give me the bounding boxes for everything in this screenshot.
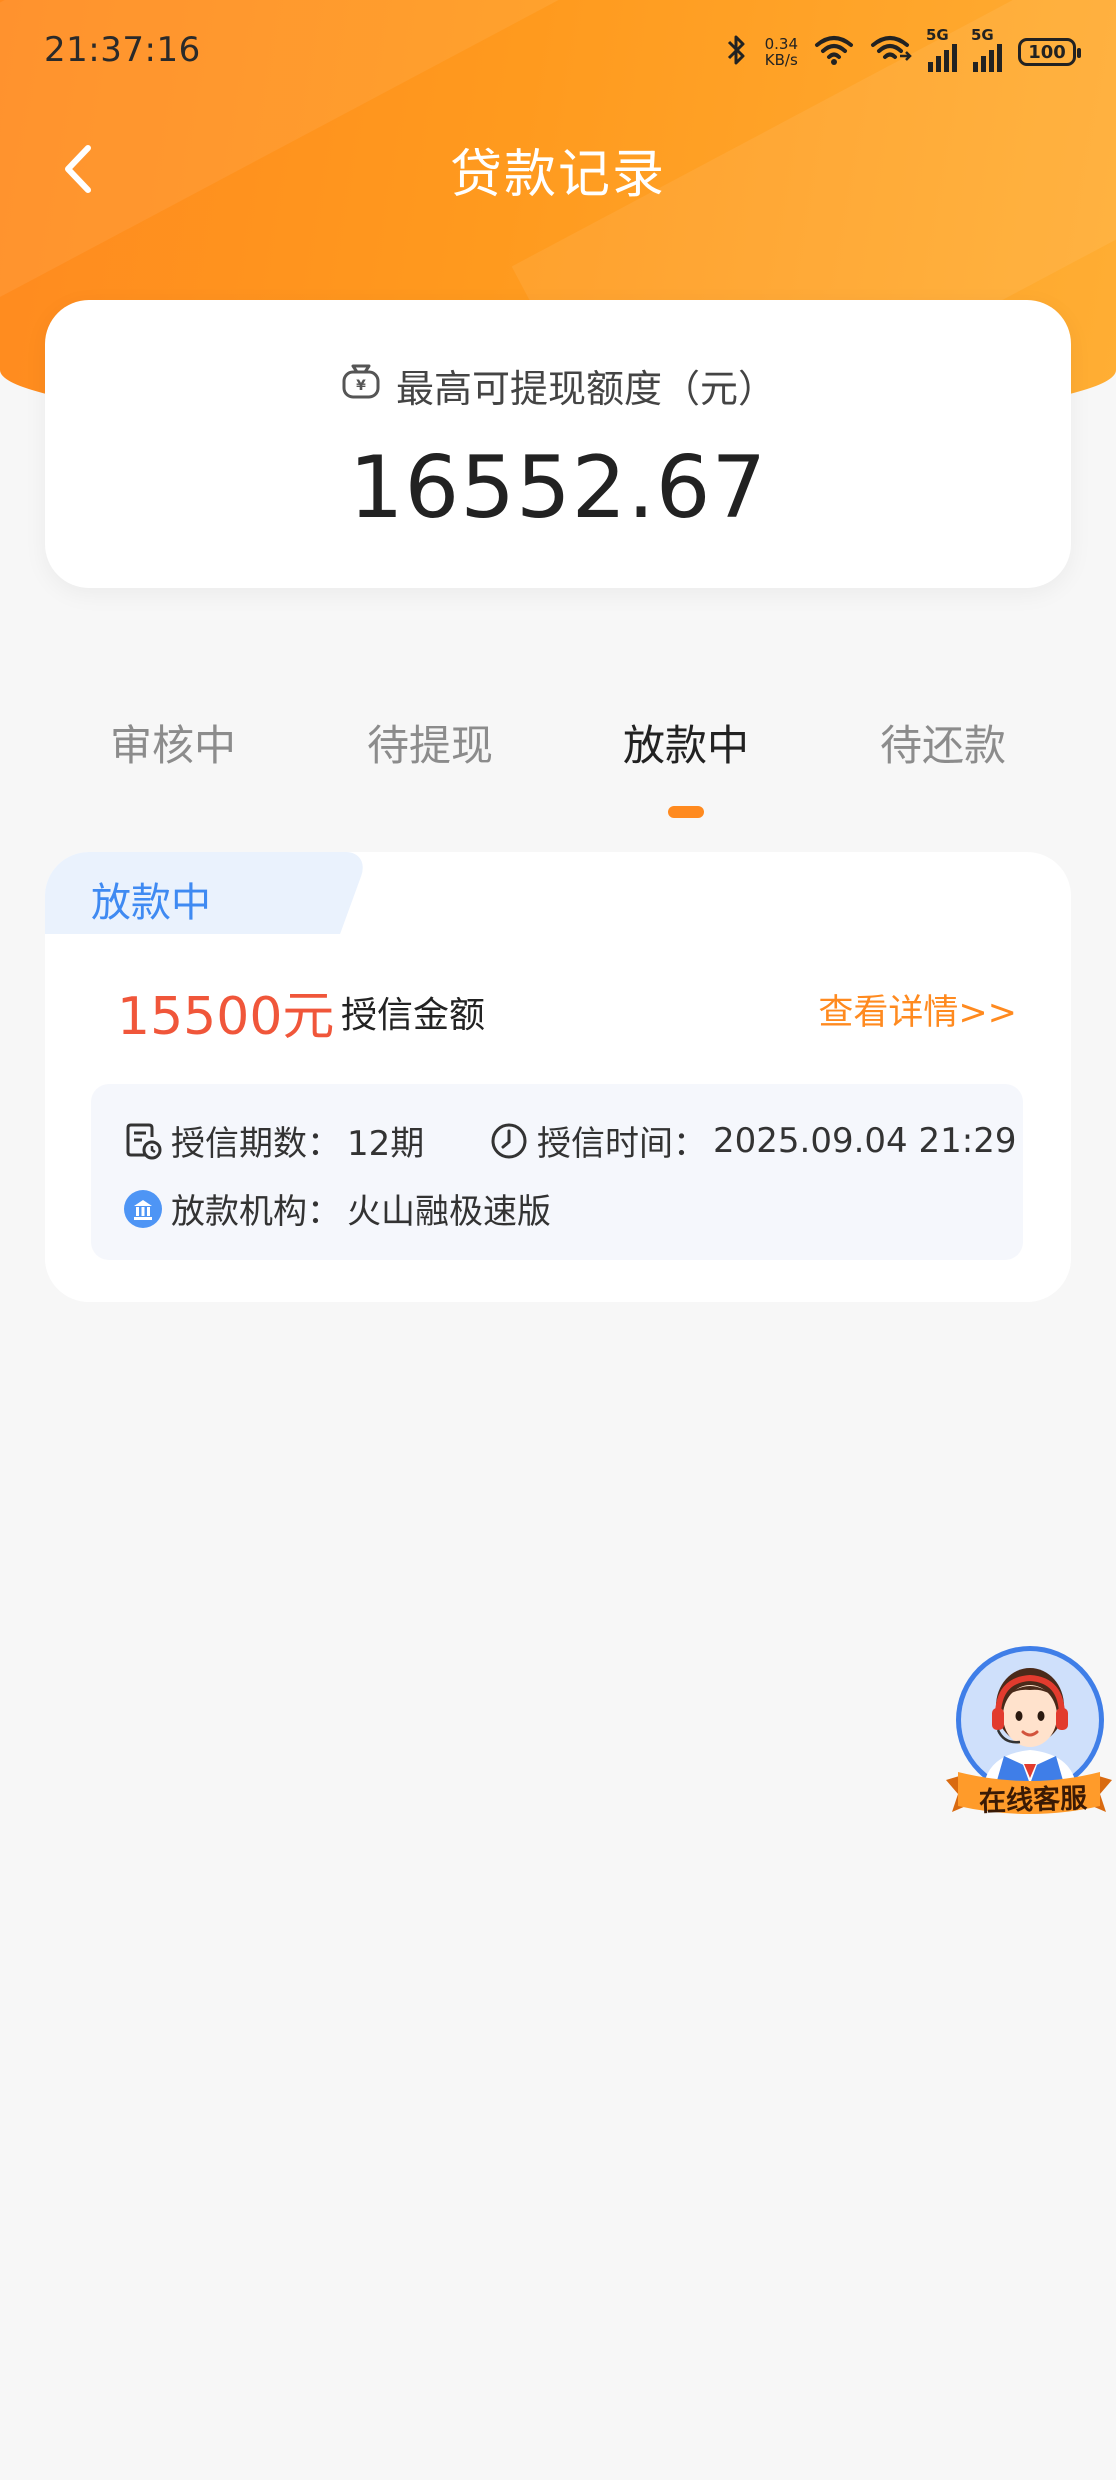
periods-label: 授信期数： <box>171 1124 341 1164</box>
net-speed-unit: KB/s <box>764 51 798 69</box>
net-speed-value: 0.34 <box>764 35 798 53</box>
limit-label: 最高可提现额度（元） <box>395 367 776 411</box>
institution-label: 放款机构： <box>171 1192 341 1232</box>
record-info-box: 授信期数： 12期 授信时间： 2025.09.04 21:29 放款机构： 火… <box>91 1084 1023 1260</box>
svg-text:¥: ¥ <box>356 378 366 394</box>
view-details-link[interactable]: 查看详情>> <box>818 984 1017 1035</box>
network-type-2: 5G <box>971 26 994 44</box>
record-body: 15500元 授信金额 查看详情>> 授信期数： 12期 授信时间： 2025.… <box>45 934 1071 1302</box>
net-speed: 0.34 KB/s <box>765 36 798 68</box>
tab-pending-repayment[interactable]: 待还款 <box>833 712 1053 773</box>
active-tab-indicator <box>668 806 704 818</box>
page-title: 贷款记录 <box>449 145 666 205</box>
credit-amount-label: 授信金额 <box>341 995 486 1036</box>
institution-value: 火山融极速版 <box>347 1192 551 1232</box>
credit-amount: 15500元 <box>117 987 335 1047</box>
limit-value: 16552.67 <box>348 438 768 538</box>
periods-value: 12期 <box>347 1124 425 1164</box>
document-clock-icon <box>123 1121 163 1161</box>
credit-time-label: 授信时间： <box>537 1124 707 1164</box>
network-type-1: 5G <box>926 26 949 44</box>
clock-icon <box>489 1121 529 1161</box>
tab-pending-withdraw[interactable]: 待提现 <box>320 712 540 773</box>
bank-icon <box>123 1189 163 1229</box>
status-icons: 0.34 KB/s 5G 5G 100 <box>725 26 1081 74</box>
money-bag-icon: ¥ <box>340 362 382 409</box>
battery-icon: 100 <box>1018 38 1081 66</box>
credit-time-row: 授信时间： 2025.09.04 21:29 <box>489 1116 1016 1165</box>
bluetooth-icon <box>725 33 749 71</box>
online-customer-service-button[interactable]: 在线客服 <box>942 1644 1116 1830</box>
status-tag-label: 放款中 <box>91 880 211 926</box>
withdraw-limit-card: ¥ 最高可提现额度（元） 16552.67 <box>45 300 1071 588</box>
loan-record-card[interactable]: 放款中 15500元 授信金额 查看详情>> 授信期数： 12期 授信时间： 2… <box>45 852 1071 1302</box>
tab-reviewing[interactable]: 审核中 <box>63 712 283 773</box>
status-bar: 21:37:16 0.34 KB/s 5G 5G 100 <box>0 0 1116 100</box>
institution-row: 放款机构： 火山融极速版 <box>123 1184 551 1233</box>
status-tabs: 审核中 待提现 放款中 待还款 <box>0 712 1116 822</box>
signal-strength-2: 5G <box>971 26 1002 72</box>
periods-row: 授信期数： 12期 <box>123 1116 424 1165</box>
limit-label-row: ¥ 最高可提现额度（元） <box>45 358 1071 413</box>
battery-level: 100 <box>1028 41 1066 63</box>
customer-service-label: 在线客服 <box>978 1783 1088 1818</box>
wifi-icon <box>814 34 854 70</box>
tab-disbursing[interactable]: 放款中 <box>576 712 796 773</box>
wifi-calling-icon <box>870 34 912 70</box>
signal-strength-1: 5G <box>926 26 957 72</box>
status-time: 21:37:16 <box>44 30 201 70</box>
credit-time-value: 2025.09.04 21:29 <box>713 1120 1017 1161</box>
